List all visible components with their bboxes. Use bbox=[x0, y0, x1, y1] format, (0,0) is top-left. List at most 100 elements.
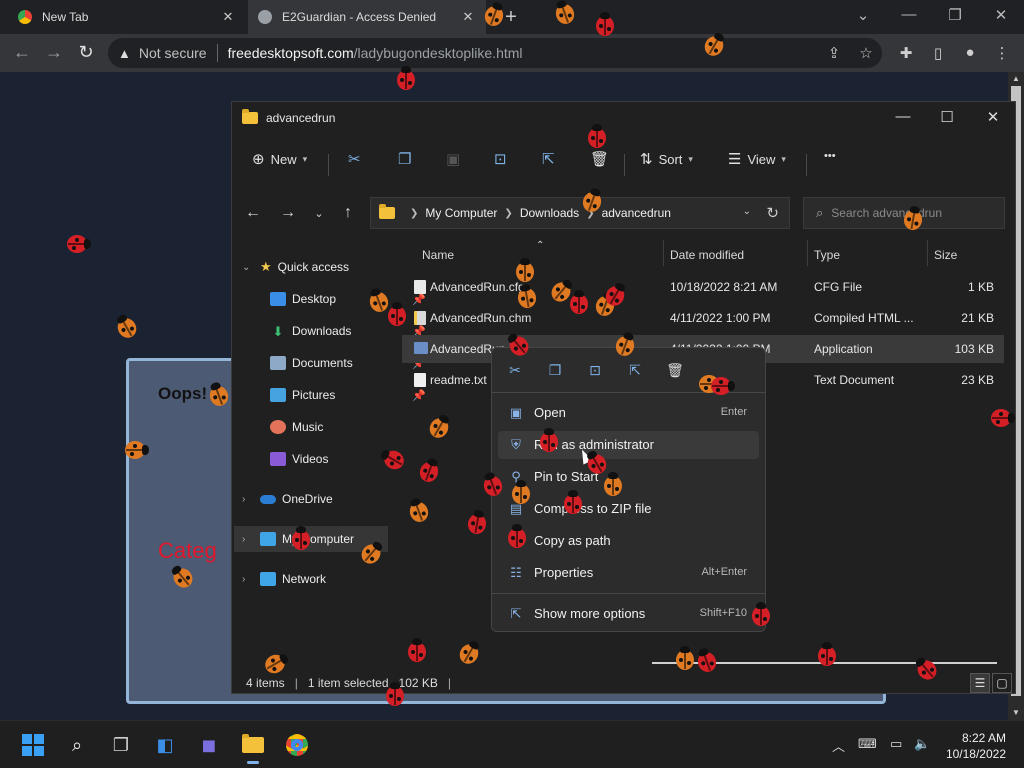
divider: | bbox=[294, 676, 298, 690]
keyboard-icon[interactable]: ⌨ bbox=[858, 736, 877, 752]
divider[interactable] bbox=[807, 240, 808, 266]
task-view-icon[interactable]: ❐ bbox=[106, 730, 136, 760]
rename-button[interactable]: ⊡ bbox=[494, 150, 507, 168]
menu-item-run-as-admin[interactable]: ⛨ Run as administrator bbox=[498, 431, 759, 459]
taskbar: ⌕ ❐ ◧ ◼ ︿ ⌨ ▭ 🔈 8:22 AM 10/18/2022 bbox=[0, 720, 1024, 768]
tab-new-tab[interactable]: New Tab ✕ bbox=[8, 0, 246, 34]
sidebar-item-documents[interactable]: Documents 📌 bbox=[270, 350, 426, 376]
minimize-button[interactable]: — bbox=[888, 108, 918, 125]
tiles-view-button[interactable]: ▢ bbox=[992, 673, 1012, 693]
tray-chevron-icon[interactable]: ︿ bbox=[832, 736, 845, 755]
close-button[interactable]: ✕ bbox=[978, 108, 1008, 126]
new-button[interactable]: ⊕ New ▾ bbox=[252, 150, 307, 168]
tab-search-chevron-icon[interactable]: ⌄ bbox=[848, 6, 878, 24]
details-view-button[interactable]: ☰ bbox=[970, 673, 990, 693]
chat-icon[interactable]: ◼ bbox=[194, 730, 224, 760]
sidebar-item-network[interactable]: › Network bbox=[242, 566, 326, 592]
file-row[interactable]: AdvancedRun.cfg 10/18/2022 8:21 AM CFG F… bbox=[402, 273, 1004, 301]
new-tab-button[interactable]: + bbox=[500, 6, 522, 29]
divider[interactable] bbox=[927, 240, 928, 266]
sidebar-item-onedrive[interactable]: › OneDrive bbox=[242, 486, 333, 512]
star-icon[interactable]: ☆ bbox=[856, 44, 876, 62]
file-explorer-icon[interactable] bbox=[238, 730, 268, 764]
cut-button[interactable]: ✂ bbox=[348, 150, 361, 168]
reload-button[interactable]: ↻ bbox=[74, 42, 98, 62]
menu-icon[interactable]: ⋮ bbox=[992, 44, 1012, 62]
network-status-icon[interactable]: ▭ bbox=[890, 736, 902, 752]
menu-item-copy-as-path[interactable]: ⎘ Copy as path bbox=[498, 527, 759, 555]
sort-button[interactable]: ⇅ Sort ▾ bbox=[640, 150, 693, 168]
sidebar-item-videos[interactable]: Videos bbox=[270, 446, 328, 472]
chevron-down-icon: ▾ bbox=[688, 153, 693, 164]
share-icon[interactable]: ⇪ bbox=[824, 44, 844, 62]
extensions-icon[interactable]: ✚ bbox=[896, 44, 916, 62]
breadcrumb-advancedrun[interactable]: advancedrun bbox=[602, 206, 671, 220]
start-icon[interactable] bbox=[18, 730, 48, 760]
maximize-button[interactable]: ☐ bbox=[932, 108, 962, 126]
menu-item-label: Copy as path bbox=[534, 533, 611, 548]
address-dropdown-icon[interactable]: ⌄ bbox=[743, 206, 751, 217]
file-row[interactable]: AdvancedRun.chm 4/11/2022 1:00 PM Compil… bbox=[402, 304, 1004, 332]
navigation-pane: ⌄ ★ Quick access Desktop 📌 ⬇ Downloads 📌… bbox=[232, 250, 426, 670]
breadcrumb[interactable]: ❯ My Computer ❯ Downloads ❯ advancedrun … bbox=[370, 197, 790, 229]
forward-arrow-icon[interactable]: → bbox=[277, 204, 299, 222]
view-button[interactable]: ☰ View ▾ bbox=[728, 150, 786, 168]
refresh-icon[interactable]: ↻ bbox=[766, 204, 779, 222]
menu-item-open[interactable]: ▣ Open Enter bbox=[498, 399, 759, 427]
tab-close-icon[interactable]: ✕ bbox=[220, 9, 236, 25]
back-button[interactable]: ← bbox=[10, 42, 34, 62]
menu-item-pin-to-start[interactable]: ⚲ Pin to Start bbox=[498, 463, 759, 491]
menu-item-compress-zip[interactable]: ▤ Compress to ZIP file bbox=[498, 495, 759, 523]
profile-icon[interactable]: ● bbox=[960, 44, 980, 61]
address-bar[interactable]: ▲ Not secure freedesktopsoft.com/ladybug… bbox=[108, 38, 882, 68]
share-icon[interactable]: ⇱ bbox=[624, 362, 646, 379]
cut-icon: ✂ bbox=[348, 151, 361, 168]
column-size[interactable]: Size bbox=[934, 248, 957, 262]
browser-minimize-button[interactable]: — bbox=[894, 6, 924, 23]
share-button[interactable]: ⇱ bbox=[542, 150, 555, 168]
sidebar-item-music[interactable]: Music bbox=[270, 414, 323, 440]
recent-chevron-icon[interactable]: ⌄ bbox=[308, 207, 330, 220]
scroll-up-arrow-icon[interactable]: ▲ bbox=[1008, 74, 1024, 83]
security-label[interactable]: Not secure bbox=[139, 45, 207, 61]
delete-icon[interactable]: 🗑 bbox=[664, 362, 686, 379]
forward-button[interactable]: → bbox=[42, 42, 66, 62]
menu-item-properties[interactable]: ☷ Properties Alt+Enter bbox=[498, 559, 759, 587]
tab-title: E2Guardian - Access Denied bbox=[282, 10, 437, 24]
copy-icon[interactable]: ❐ bbox=[544, 362, 566, 379]
sidebar-item-pictures[interactable]: Pictures 📌 bbox=[270, 382, 426, 408]
browser-close-button[interactable]: ✕ bbox=[986, 6, 1016, 24]
browser-restore-button[interactable]: ❐ bbox=[940, 6, 970, 24]
breadcrumb-downloads[interactable]: Downloads bbox=[520, 206, 579, 220]
back-arrow-icon[interactable]: ← bbox=[242, 204, 264, 222]
widgets-icon[interactable]: ◧ bbox=[150, 730, 180, 760]
column-type[interactable]: Type bbox=[814, 248, 840, 262]
quick-access[interactable]: ⌄ ★ Quick access bbox=[242, 254, 349, 280]
copy-button[interactable]: ❐ bbox=[398, 150, 411, 168]
volume-icon[interactable]: 🔈 bbox=[914, 736, 930, 752]
column-date-modified[interactable]: Date modified bbox=[670, 248, 744, 262]
sidepanel-icon[interactable]: ▯ bbox=[928, 44, 948, 62]
paste-button[interactable]: ▣ bbox=[446, 150, 460, 168]
search-icon[interactable]: ⌕ bbox=[62, 730, 92, 760]
scroll-down-arrow-icon[interactable]: ▼ bbox=[1008, 708, 1024, 717]
column-name[interactable]: Name bbox=[422, 248, 454, 262]
delete-button[interactable]: 🗑 bbox=[590, 150, 609, 168]
up-arrow-icon[interactable]: ↑ bbox=[337, 204, 359, 222]
tab-close-icon[interactable]: ✕ bbox=[460, 9, 476, 25]
menu-item-show-more[interactable]: ⇱ Show more options Shift+F10 bbox=[498, 600, 759, 628]
divider[interactable] bbox=[663, 240, 664, 266]
more-options-button[interactable]: ••• bbox=[824, 150, 836, 162]
url-path: /ladybugondesktoplike.html bbox=[353, 45, 523, 61]
cut-icon[interactable]: ✂ bbox=[504, 362, 526, 379]
tab-e2guardian[interactable]: E2Guardian - Access Denied ✕ bbox=[248, 0, 486, 34]
clock[interactable]: 8:22 AM 10/18/2022 bbox=[946, 730, 1006, 762]
warning-icon[interactable]: ▲ bbox=[118, 46, 131, 61]
chrome-icon[interactable] bbox=[282, 730, 312, 760]
application-icon bbox=[414, 342, 428, 354]
breadcrumb-my-computer[interactable]: My Computer bbox=[425, 206, 497, 220]
divider: | bbox=[447, 676, 452, 690]
ladybug-icon bbox=[711, 377, 731, 395]
rename-icon[interactable]: ⊡ bbox=[584, 362, 606, 379]
sidebar-item-downloads[interactable]: ⬇ Downloads 📌 bbox=[270, 318, 426, 344]
